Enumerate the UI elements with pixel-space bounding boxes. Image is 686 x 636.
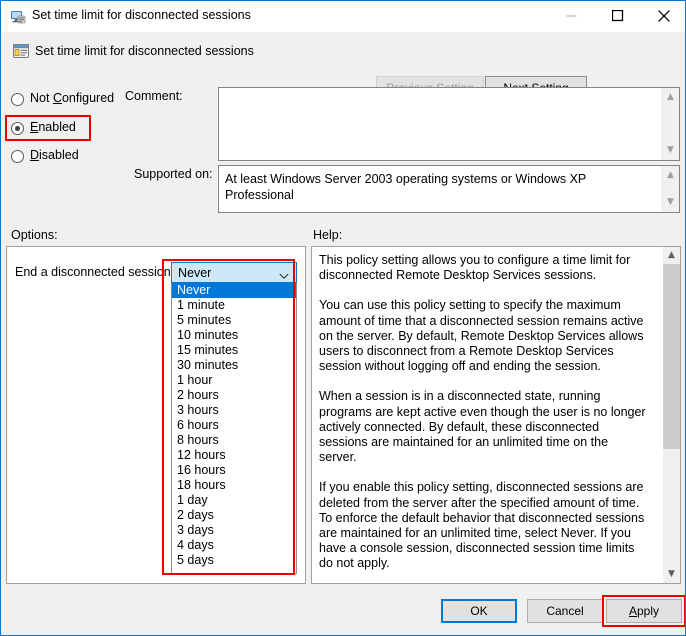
- dialog-header: Set time limit for disconnected sessions…: [1, 32, 685, 76]
- combobox-option[interactable]: 3 days: [172, 523, 296, 538]
- help-scrollbar[interactable]: ▲ ▼: [663, 247, 680, 583]
- help-text: This policy setting allows you to config…: [319, 253, 647, 572]
- options-panel: End a disconnected session Never Never1 …: [6, 246, 306, 584]
- radio-not-configured-label: Not Configured: [30, 91, 114, 105]
- scroll-up-arrow-icon[interactable]: ▲: [662, 167, 679, 184]
- combobox-option[interactable]: 2 hours: [172, 388, 296, 403]
- combobox-option[interactable]: 5 minutes: [172, 313, 296, 328]
- window-title: Set time limit for disconnected sessions: [32, 8, 251, 22]
- scroll-up-arrow-icon[interactable]: ▲: [663, 247, 680, 264]
- supported-on-value: At least Windows Server 2003 operating s…: [225, 171, 657, 203]
- combobox-option[interactable]: 4 days: [172, 538, 296, 553]
- combobox-value: Never: [178, 266, 211, 280]
- cancel-button[interactable]: Cancel: [527, 599, 603, 623]
- radio-indicator: [11, 93, 24, 106]
- setting-name: Set time limit for disconnected sessions: [35, 44, 254, 58]
- supported-on-scrollbar[interactable]: ▲ ▼: [661, 166, 679, 212]
- scroll-up-arrow-icon[interactable]: ▲: [662, 89, 679, 106]
- radio-enabled-label: Enabled: [30, 120, 76, 134]
- supported-on-label: Supported on:: [134, 167, 213, 181]
- maximize-icon: [612, 10, 624, 22]
- combobox-option[interactable]: 8 hours: [172, 433, 296, 448]
- end-disconnected-session-label: End a disconnected session: [15, 265, 171, 279]
- group-policy-setting-dialog: Set time limit for disconnected sessions: [0, 0, 686, 636]
- radio-disabled-label: Disabled: [30, 148, 79, 162]
- combobox-option[interactable]: 1 hour: [172, 373, 296, 388]
- combobox-option[interactable]: 6 hours: [172, 418, 296, 433]
- comment-textarea[interactable]: ▲ ▼: [218, 87, 680, 161]
- help-paragraph: You can use this policy setting to speci…: [319, 298, 647, 374]
- combobox-option[interactable]: 1 minute: [172, 298, 296, 313]
- radio-indicator: [11, 150, 24, 163]
- help-paragraph: If you enable this policy setting, disco…: [319, 480, 647, 571]
- scroll-down-arrow-icon[interactable]: ▼: [662, 194, 679, 211]
- help-paragraph: When a session is in a disconnected stat…: [319, 389, 647, 465]
- help-section-label: Help:: [313, 228, 342, 242]
- scrollbar-thumb[interactable]: [663, 264, 680, 449]
- help-panel: This policy setting allows you to config…: [311, 246, 681, 584]
- combobox-option[interactable]: Never: [172, 283, 296, 298]
- combobox-option[interactable]: 2 days: [172, 508, 296, 523]
- ok-button[interactable]: OK: [441, 599, 517, 623]
- supported-on-textarea[interactable]: At least Windows Server 2003 operating s…: [218, 165, 680, 213]
- close-icon: [658, 10, 670, 22]
- title-bar: Set time limit for disconnected sessions: [1, 1, 686, 33]
- combobox-dropdown-list[interactable]: Never1 minute5 minutes10 minutes15 minut…: [171, 283, 297, 574]
- scroll-down-arrow-icon[interactable]: ▼: [663, 566, 680, 583]
- apply-mnemonic: A: [629, 604, 637, 618]
- end-disconnected-session-combobox[interactable]: Never: [171, 262, 297, 283]
- combobox-option[interactable]: 16 hours: [172, 463, 296, 478]
- combobox-option[interactable]: 12 hours: [172, 448, 296, 463]
- maximize-button[interactable]: [595, 1, 641, 31]
- apply-label: pply: [637, 604, 659, 618]
- minimize-icon: [567, 11, 578, 22]
- combobox-option[interactable]: 3 hours: [172, 403, 296, 418]
- apply-button[interactable]: Apply: [606, 599, 682, 623]
- combobox-option[interactable]: 10 minutes: [172, 328, 296, 343]
- combobox-option[interactable]: 5 days: [172, 553, 296, 568]
- help-paragraph: This policy setting allows you to config…: [319, 253, 647, 283]
- combobox-option[interactable]: 18 hours: [172, 478, 296, 493]
- comment-scrollbar[interactable]: ▲ ▼: [661, 88, 679, 160]
- minimize-button[interactable]: [549, 1, 595, 31]
- comment-label: Comment:: [125, 89, 183, 103]
- options-section-label: Options:: [11, 228, 58, 242]
- combobox-option[interactable]: 30 minutes: [172, 358, 296, 373]
- combobox-option[interactable]: 1 day: [172, 493, 296, 508]
- radio-indicator: [11, 122, 24, 135]
- policy-setting-icon: [13, 43, 29, 59]
- chevron-down-icon: [279, 269, 289, 276]
- scroll-down-arrow-icon[interactable]: ▼: [662, 142, 679, 159]
- combobox-option[interactable]: 15 minutes: [172, 343, 296, 358]
- policy-monitor-icon: [10, 9, 26, 25]
- close-button[interactable]: [641, 1, 686, 31]
